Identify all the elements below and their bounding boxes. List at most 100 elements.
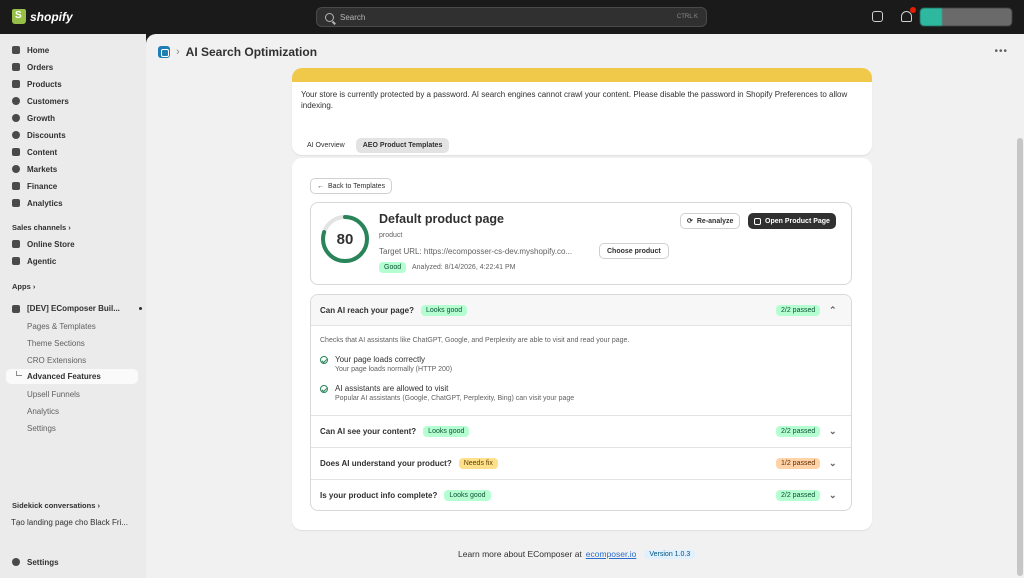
app-sub-pages-templates[interactable]: Pages & Templates (27, 322, 96, 331)
refresh-icon: ⟳ (687, 218, 693, 225)
recent-conversation[interactable]: Tạo landing page cho Black Fri... (11, 518, 128, 527)
external-link-icon (754, 217, 761, 225)
open-label: Open Product Page (765, 217, 830, 225)
sidebar-item-markets[interactable]: Markets (12, 162, 57, 176)
search-placeholder: Search (340, 12, 366, 22)
shopify-bag-icon (12, 9, 26, 24)
sales-channels-heading[interactable]: Sales channels › (12, 223, 71, 232)
check-badge: Looks good (444, 490, 491, 501)
app-sub-settings[interactable]: Settings (27, 424, 56, 433)
store-switcher-icon[interactable] (872, 11, 883, 22)
status-badge: Good (379, 262, 407, 273)
tab-ai-overview[interactable]: AI Overview (300, 138, 352, 153)
growth-icon (12, 114, 20, 122)
reanalyze-label: Re-analyze (696, 217, 734, 225)
home-icon (12, 46, 20, 54)
tab-bar: AI Overview AEO Product Templates (300, 138, 450, 153)
check-badge: Needs fix (458, 458, 498, 469)
sidebar-item-growth[interactable]: Growth (12, 111, 55, 125)
check-item-sub: Your page loads normally (HTTP 200) (335, 366, 453, 373)
passed-count: 2/2 passed (776, 490, 821, 501)
gear-icon (12, 558, 20, 566)
top-icons (872, 7, 916, 22)
sidebar-item-agentic[interactable]: Agentic (12, 254, 56, 268)
version-badge: Version 1.0.3 (644, 549, 696, 559)
scrollbar[interactable] (1017, 138, 1023, 576)
tag-icon (12, 80, 20, 88)
sidebar-item-customers[interactable]: Customers (12, 94, 69, 108)
sidebar-item-online-store[interactable]: Online Store (12, 237, 75, 251)
sidebar-item-home[interactable]: Home (12, 43, 49, 57)
ecomposer-link[interactable]: ecomposer.io (586, 549, 637, 559)
app-name: [DEV] EComposer Buil... (27, 304, 120, 313)
sidebar-item-analytics[interactable]: Analytics (12, 196, 63, 210)
choose-product-button[interactable]: Choose product (599, 243, 669, 259)
tab-aeo-product-templates[interactable]: AEO Product Templates (355, 138, 450, 153)
account-avatar[interactable] (920, 8, 1012, 26)
sidekick-heading[interactable]: Sidekick conversations › (12, 501, 100, 510)
sidebar-item-label: Products (27, 79, 62, 89)
sidebar-item-label: Home (27, 45, 50, 55)
app-icon (12, 304, 20, 313)
sidebar-item-label: Finance (27, 181, 58, 191)
chevron-up-icon: ⌃ (829, 304, 837, 315)
sidebar-item-products[interactable]: Products (12, 77, 62, 91)
sidebar-item-label: Customers (27, 96, 69, 106)
check-question: Does AI understand your product? (320, 459, 452, 468)
sidebar-item-settings[interactable]: Settings (12, 555, 59, 569)
chevron-down-icon: ⌄ (829, 458, 837, 468)
check-item-allowed: AI assistants are allowed to visit Popul… (320, 384, 574, 402)
sidebar: Home Orders Products Customers Growth Di… (0, 34, 146, 578)
store-icon (12, 240, 20, 248)
apps-label: Apps (12, 282, 31, 291)
score-summary: 80 Default product page product Target U… (310, 202, 852, 285)
app-sub-cro-extensions[interactable]: CRO Extensions (27, 356, 86, 365)
check-row-reach[interactable]: Can AI reach your page? Looks good 2/2 p… (311, 295, 851, 326)
check-row-complete[interactable]: Is your product info complete? Looks goo… (311, 480, 851, 510)
app-sub-upsell-funnels[interactable]: Upsell Funnels (27, 390, 80, 399)
logo-text: shopify (30, 9, 73, 24)
back-label: Back to Templates (328, 182, 386, 190)
discount-icon (12, 131, 20, 139)
open-product-page-button[interactable]: Open Product Page (748, 213, 836, 229)
check-badge: Looks good (423, 426, 470, 437)
sidebar-item-label: Settings (27, 557, 59, 567)
app-sub-analytics[interactable]: Analytics (27, 407, 59, 416)
app-sub-advanced-features[interactable]: Advanced Features (6, 369, 138, 384)
footer-text: Learn more about EComposer at (458, 549, 582, 559)
check-row-understand[interactable]: Does AI understand your product? Needs f… (311, 448, 851, 479)
sidebar-item-discounts[interactable]: Discounts (12, 128, 66, 142)
target-url: Target URL: https://ecomposser-cs-dev.my… (379, 247, 573, 256)
sidebar-item-content[interactable]: Content (12, 145, 57, 159)
check-question: Can AI reach your page? (320, 305, 414, 315)
ecomposer-app-icon[interactable] (158, 46, 170, 58)
sub-item-label: Advanced Features (27, 372, 101, 381)
passed-count: 1/2 passed (776, 458, 821, 469)
person-icon (12, 97, 20, 105)
template-type: product (379, 232, 403, 239)
template-title: Default product page (379, 212, 505, 226)
app-sub-theme-sections[interactable]: Theme Sections (27, 339, 85, 348)
reanalyze-button[interactable]: ⟳ Re-analyze (680, 213, 741, 229)
sidebar-item-label: Orders (27, 62, 54, 72)
sidebar-item-orders[interactable]: Orders (12, 60, 53, 74)
app-ecomposer[interactable]: [DEV] EComposer Buil... (12, 304, 142, 313)
bell-icon[interactable] (901, 7, 916, 22)
sidebar-item-finance[interactable]: Finance (12, 179, 57, 193)
back-to-templates-button[interactable]: ← Back to Templates (310, 178, 393, 194)
shopify-logo[interactable]: shopify (12, 9, 73, 24)
sidebar-item-label: Online Store (27, 239, 75, 249)
bank-icon (12, 182, 20, 190)
chevron-down-icon: ⌄ (829, 426, 837, 436)
main-content: › AI Search Optimization ••• Your store … (146, 34, 1024, 578)
search-input[interactable]: Search CTRL K (316, 7, 707, 27)
apps-heading[interactable]: Apps › (12, 282, 35, 291)
check-row-see-content[interactable]: Can AI see your content? Looks good 2/2 … (311, 416, 851, 447)
globe-icon (12, 165, 20, 173)
search-shortcut: CTRL K (676, 14, 698, 20)
check-item-loads: Your page loads correctly Your page load… (320, 355, 452, 373)
footer: Learn more about EComposer at ecomposer.… (458, 549, 696, 559)
orders-icon (12, 63, 20, 71)
more-actions-icon[interactable]: ••• (994, 46, 1008, 57)
sales-channels-label: Sales channels (12, 223, 67, 232)
